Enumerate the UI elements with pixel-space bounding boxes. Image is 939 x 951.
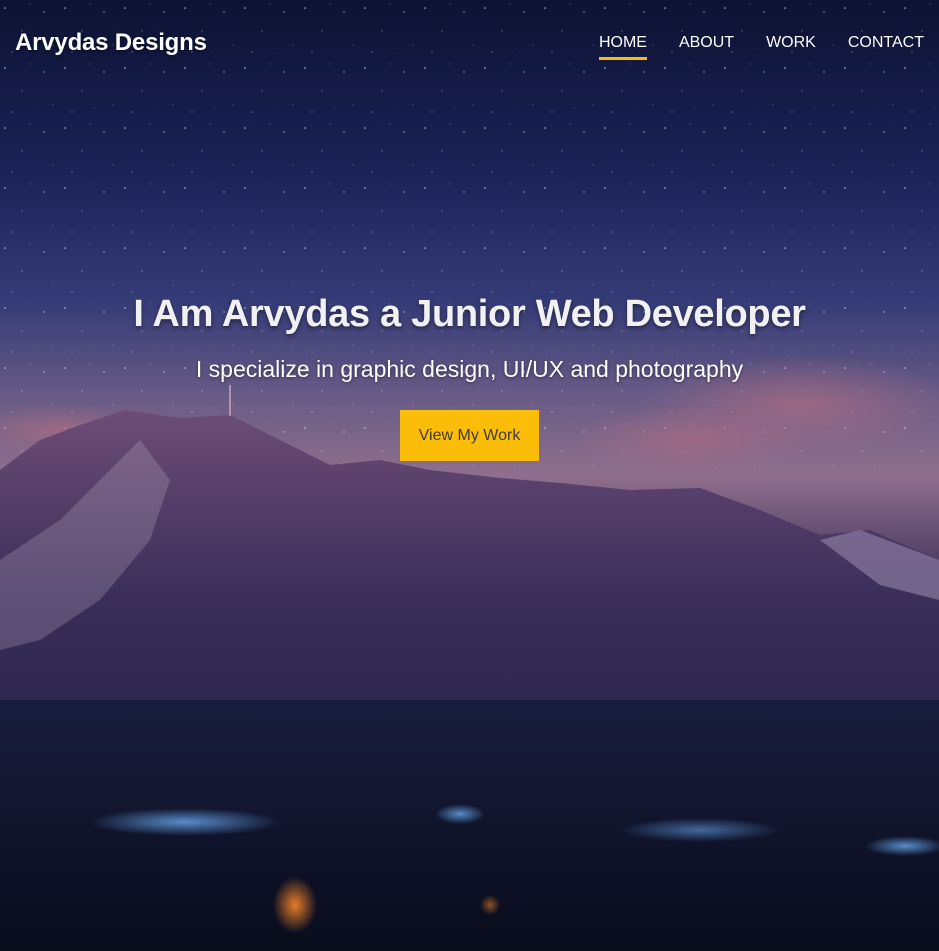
hero-subheadline: I specialize in graphic design, UI/UX an…: [195, 356, 744, 382]
nav-item-work[interactable]: WORK: [766, 34, 816, 60]
hero-headline: I Am Arvydas a Junior Web Developer: [133, 293, 806, 335]
nav-links: HOME ABOUT WORK CONTACT: [598, 34, 924, 60]
brand-logo-text[interactable]: Arvydas Designs: [15, 29, 207, 57]
view-my-work-button[interactable]: View My Work: [400, 410, 539, 461]
nav-item-home[interactable]: HOME: [598, 34, 647, 60]
nav-item-about[interactable]: ABOUT: [679, 34, 734, 60]
hero-section: Arvydas Designs HOME ABOUT WORK CONTACT …: [0, 0, 939, 951]
top-navbar: Arvydas Designs HOME ABOUT WORK CONTACT: [0, 0, 939, 90]
mountain-night-background: [0, 0, 939, 951]
nav-item-contact[interactable]: CONTACT: [848, 34, 924, 60]
